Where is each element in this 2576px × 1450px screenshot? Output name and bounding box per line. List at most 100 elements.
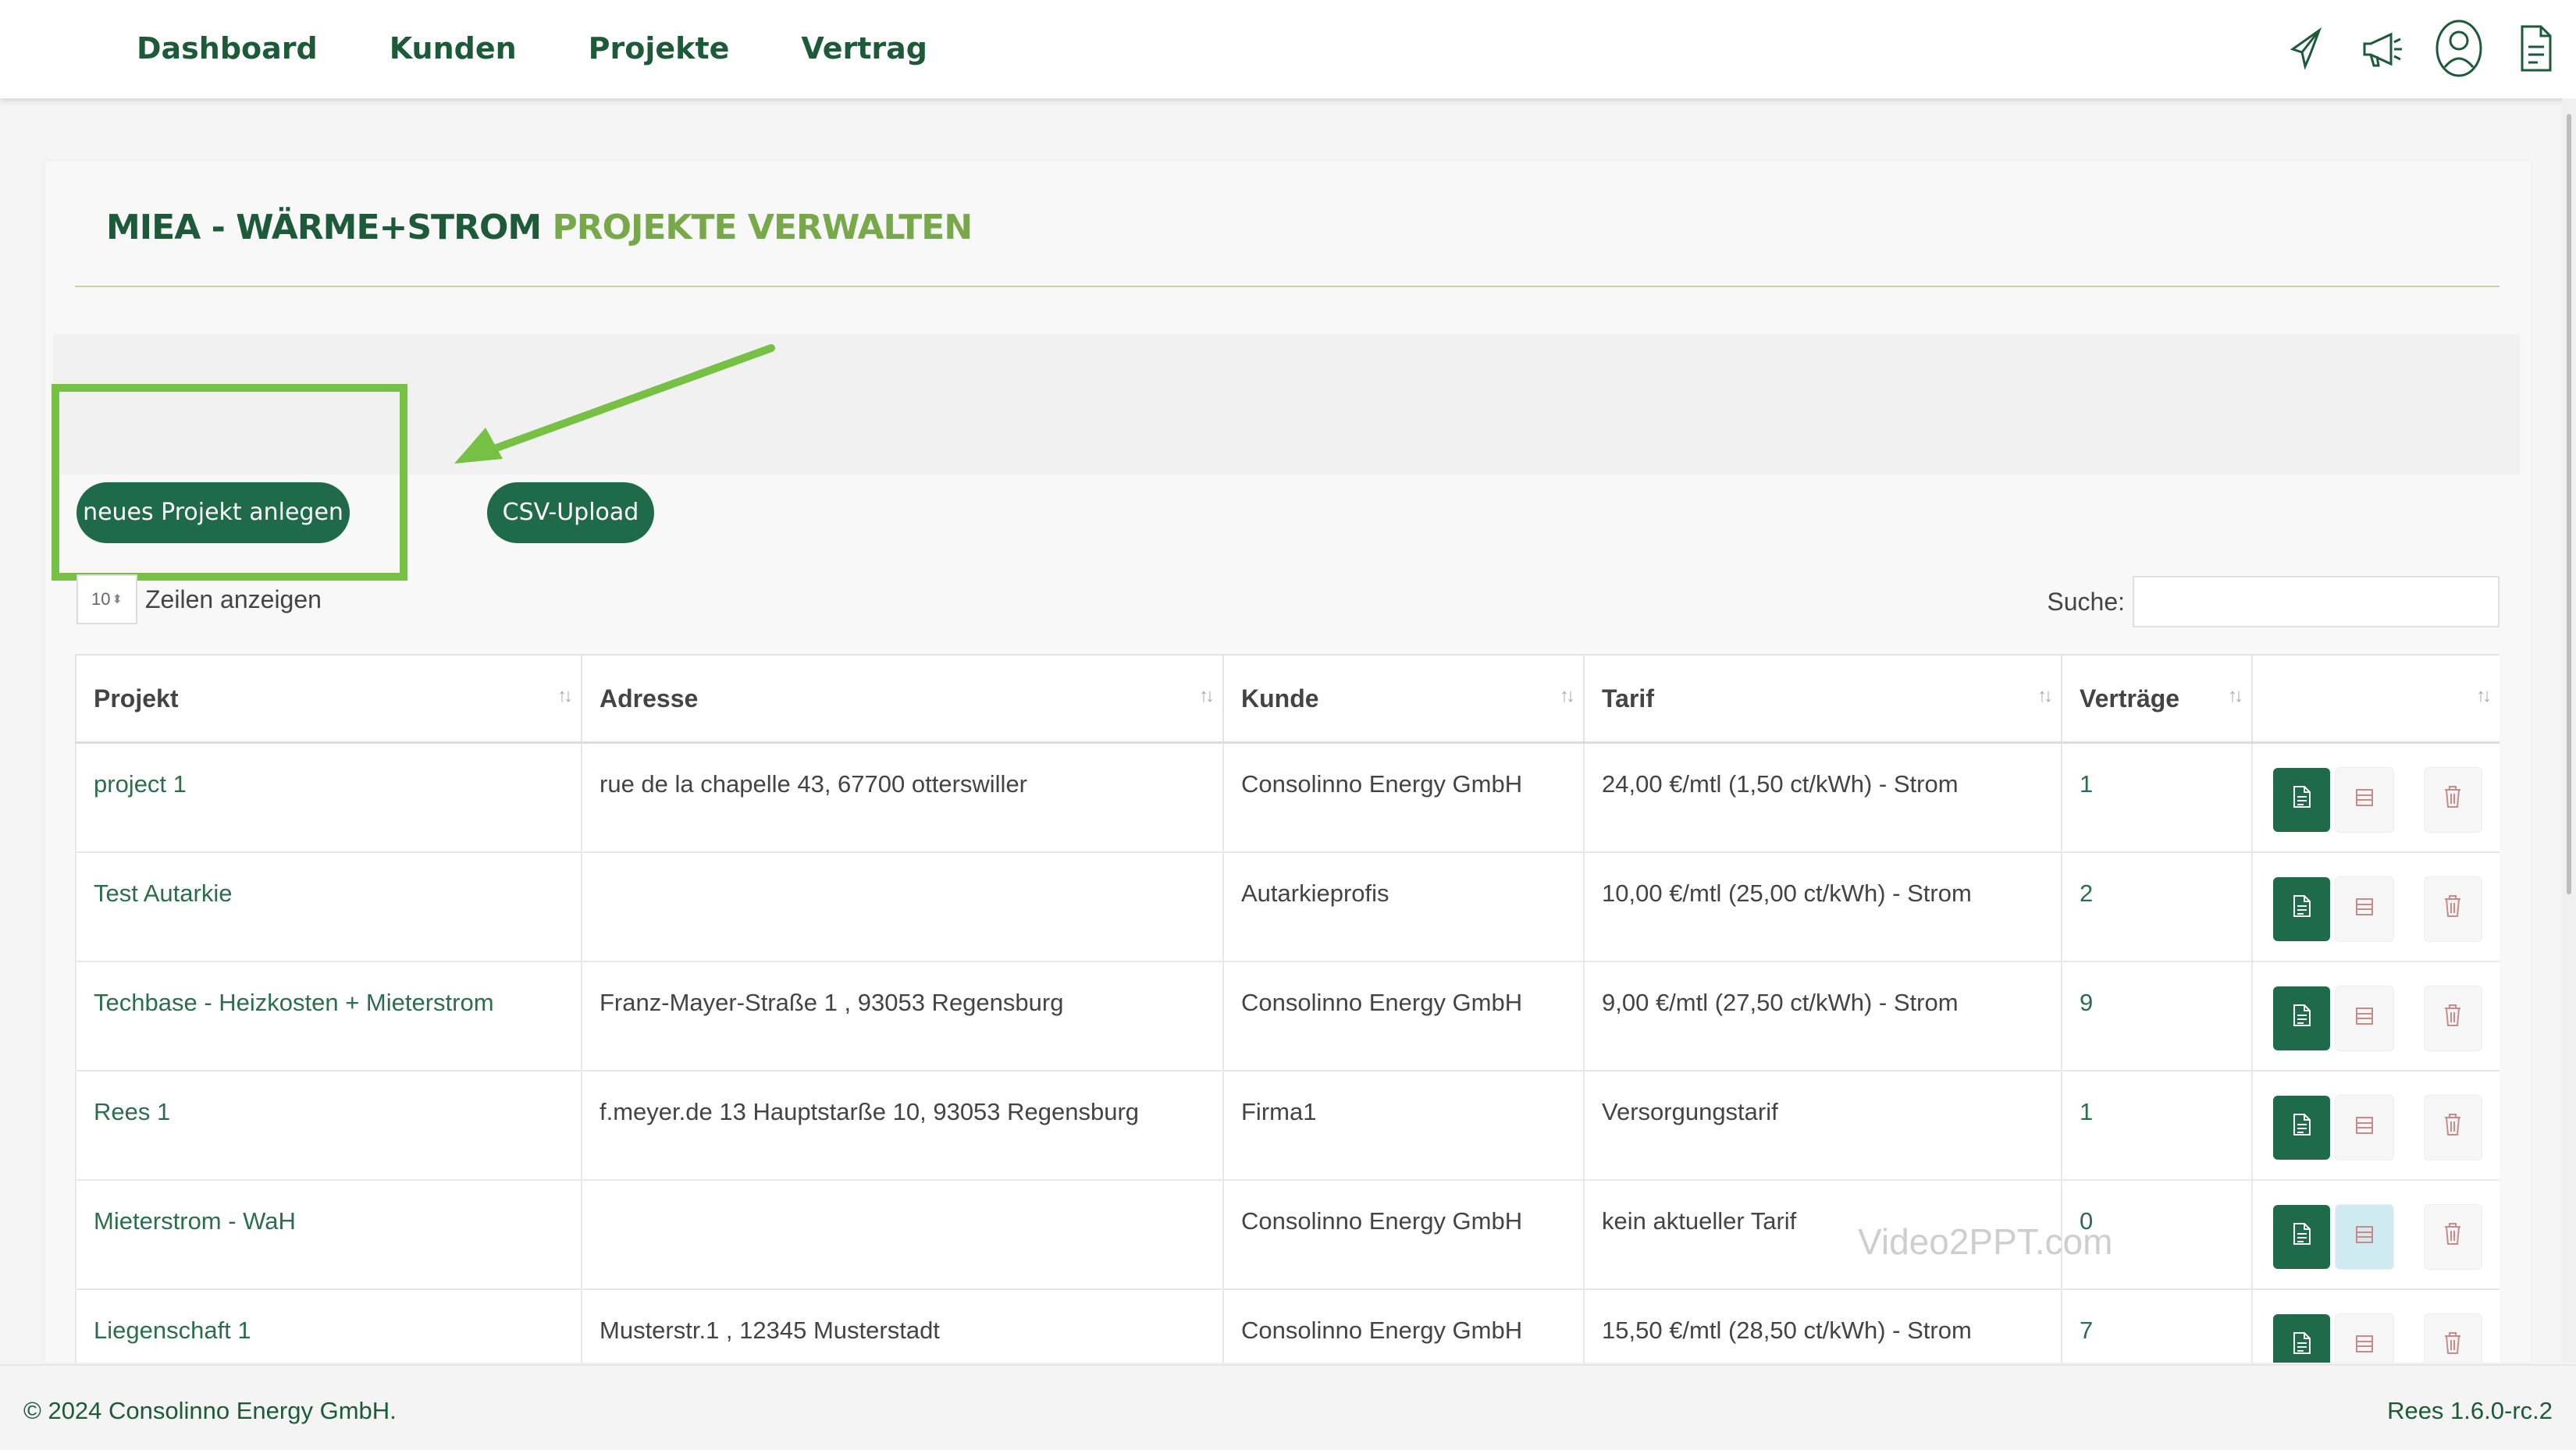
select-arrows-icon: ⬍ bbox=[112, 593, 123, 606]
column-header-tarif[interactable]: Tarif ↑↓ bbox=[1583, 654, 2062, 744]
project-contract-count[interactable]: 1 bbox=[2061, 1069, 2253, 1181]
list-button[interactable] bbox=[2335, 1313, 2394, 1363]
document-button[interactable] bbox=[2273, 876, 2331, 941]
document-icon bbox=[2292, 1222, 2312, 1252]
project-tariff: 15,50 €/mtl (28,50 ct/kWh) - Strom bbox=[1583, 1288, 2062, 1363]
project-name-link[interactable]: Mieterstrom - WaH bbox=[75, 1178, 582, 1290]
highlight-annotation-box bbox=[52, 384, 407, 581]
project-name-link[interactable]: Techbase - Heizkosten + Mieterstrom bbox=[75, 960, 582, 1072]
project-address: rue de la chapelle 43, 67700 otterswille… bbox=[581, 741, 1224, 853]
projects-table: Projekt ↑↓ Adresse ↑↓ Kunde ↑↓ Tarif ↑↓ Vert… bbox=[75, 654, 2500, 1363]
page-scrollbar[interactable] bbox=[2562, 98, 2576, 1363]
project-name-link[interactable]: Test Autarkie bbox=[75, 851, 582, 962]
megaphone-icon[interactable] bbox=[2351, 17, 2414, 80]
delete-button[interactable] bbox=[2423, 876, 2482, 942]
page-length-select[interactable]: 10 ⬍ bbox=[76, 574, 137, 624]
trash-icon bbox=[2443, 785, 2462, 815]
document-icon bbox=[2292, 1113, 2312, 1143]
row-actions bbox=[2251, 741, 2500, 853]
table-search: Suche: bbox=[2047, 576, 2500, 627]
nav-vertrag[interactable]: Vertrag bbox=[801, 27, 927, 70]
project-tariff: 24,00 €/mtl (1,50 ct/kWh) - Strom bbox=[1583, 741, 2062, 853]
project-contract-count[interactable]: 1 bbox=[2061, 741, 2253, 853]
project-address: f.meyer.de 13 Hauptstarße 10, 93053 Rege… bbox=[581, 1069, 1224, 1181]
document-button[interactable] bbox=[2273, 1204, 2331, 1269]
delete-button[interactable] bbox=[2423, 767, 2482, 833]
project-name-link[interactable]: Rees 1 bbox=[75, 1069, 582, 1181]
list-button[interactable] bbox=[2335, 767, 2394, 833]
page-title-section: PROJEKTE VERWALTEN bbox=[552, 208, 973, 247]
sort-icon: ↑↓ bbox=[2037, 685, 2053, 706]
scrollbar-thumb[interactable] bbox=[2567, 114, 2571, 894]
row-actions bbox=[2251, 1178, 2500, 1290]
page-length-label: Zeilen anzeigen bbox=[145, 585, 322, 613]
page-length-control: 10 ⬍ Zeilen anzeigen bbox=[76, 574, 322, 624]
column-header-label: Kunde bbox=[1241, 684, 1319, 713]
document-icon bbox=[2292, 894, 2312, 924]
column-header-label: Adresse bbox=[600, 684, 699, 713]
trash-icon bbox=[2443, 1004, 2462, 1033]
table-row: Test Autarkie Autarkieprofis 10,00 €/mtl (… bbox=[75, 851, 2500, 962]
search-input[interactable] bbox=[2133, 576, 2500, 627]
nav-dashboard[interactable]: Dashboard bbox=[137, 27, 318, 70]
user-icon[interactable] bbox=[2428, 17, 2490, 80]
top-navbar: Dashboard Kunden Projekte Vertrag bbox=[0, 0, 2576, 98]
search-label: Suche: bbox=[2047, 587, 2125, 616]
column-header-kunde[interactable]: Kunde ↑↓ bbox=[1222, 654, 1585, 744]
action-group bbox=[2270, 1313, 2482, 1363]
project-name-link[interactable]: Liegenschaft 1 bbox=[75, 1288, 582, 1363]
annotation-arrow-icon bbox=[454, 344, 775, 464]
list-icon bbox=[2354, 1004, 2375, 1032]
nav-projekte[interactable]: Projekte bbox=[589, 27, 730, 70]
list-button[interactable] bbox=[2335, 1203, 2394, 1270]
sort-icon: ↑↓ bbox=[1560, 685, 1575, 706]
page-title-brand: MIEA - WÄRME+STROM bbox=[106, 208, 542, 247]
document-icon[interactable] bbox=[2504, 17, 2567, 80]
paper-plane-icon[interactable] bbox=[2275, 17, 2337, 80]
list-button[interactable] bbox=[2335, 1094, 2394, 1160]
list-button[interactable] bbox=[2335, 876, 2394, 942]
delete-button[interactable] bbox=[2423, 1094, 2482, 1160]
trash-icon bbox=[2443, 1113, 2462, 1143]
list-icon bbox=[2354, 1223, 2375, 1251]
table-body: project 1 rue de la chapelle 43, 67700 ot… bbox=[75, 741, 2500, 1363]
document-button[interactable] bbox=[2273, 768, 2331, 832]
column-header-actions[interactable]: ↑↓ bbox=[2251, 654, 2500, 744]
trash-icon bbox=[2443, 1331, 2462, 1361]
document-button[interactable] bbox=[2273, 986, 2331, 1050]
project-tariff: 9,00 €/mtl (27,50 ct/kWh) - Strom bbox=[1583, 960, 2062, 1072]
row-actions bbox=[2251, 1069, 2500, 1181]
project-contract-count[interactable]: 9 bbox=[2061, 960, 2253, 1072]
column-header-label: Verträge bbox=[2080, 684, 2180, 713]
column-header-projekt[interactable]: Projekt ↑↓ bbox=[75, 654, 582, 744]
delete-button[interactable] bbox=[2423, 1203, 2482, 1270]
action-group bbox=[2270, 985, 2482, 1051]
footer: © 2024 Consolinno Energy GmbH. Rees 1.6.… bbox=[0, 1364, 2576, 1450]
row-actions bbox=[2251, 851, 2500, 962]
list-icon bbox=[2354, 1332, 2375, 1360]
list-button[interactable] bbox=[2335, 985, 2394, 1051]
project-tariff: 10,00 €/mtl (25,00 ct/kWh) - Strom bbox=[1583, 851, 2062, 962]
trash-icon bbox=[2443, 894, 2462, 924]
project-contract-count[interactable]: 2 bbox=[2061, 851, 2253, 962]
column-header-vertraege[interactable]: Verträge ↑↓ bbox=[2061, 654, 2253, 744]
column-header-adresse[interactable]: Adresse ↑↓ bbox=[581, 654, 1224, 744]
project-name-link[interactable]: project 1 bbox=[75, 741, 582, 853]
sort-icon: ↑↓ bbox=[557, 685, 573, 706]
action-group bbox=[2270, 767, 2482, 833]
delete-button[interactable] bbox=[2423, 1313, 2482, 1363]
document-button[interactable] bbox=[2273, 1313, 2331, 1363]
projects-card: MIEA - WÄRME+STROM PROJEKTE VERWALTEN ne… bbox=[45, 161, 2531, 1363]
column-header-label: Projekt bbox=[94, 684, 179, 713]
document-icon bbox=[2292, 785, 2312, 815]
document-button[interactable] bbox=[2273, 1095, 2331, 1160]
sort-icon: ↑↓ bbox=[1199, 685, 1215, 706]
project-customer: Consolinno Energy GmbH bbox=[1222, 960, 1585, 1072]
delete-button[interactable] bbox=[2423, 985, 2482, 1051]
nav-kunden[interactable]: Kunden bbox=[390, 27, 517, 70]
page-title: MIEA - WÄRME+STROM PROJEKTE VERWALTEN bbox=[106, 204, 973, 251]
csv-upload-button[interactable]: CSV-Upload bbox=[487, 482, 654, 543]
action-group bbox=[2270, 876, 2482, 942]
list-icon bbox=[2354, 1114, 2375, 1142]
project-contract-count[interactable]: 7 bbox=[2061, 1288, 2253, 1363]
